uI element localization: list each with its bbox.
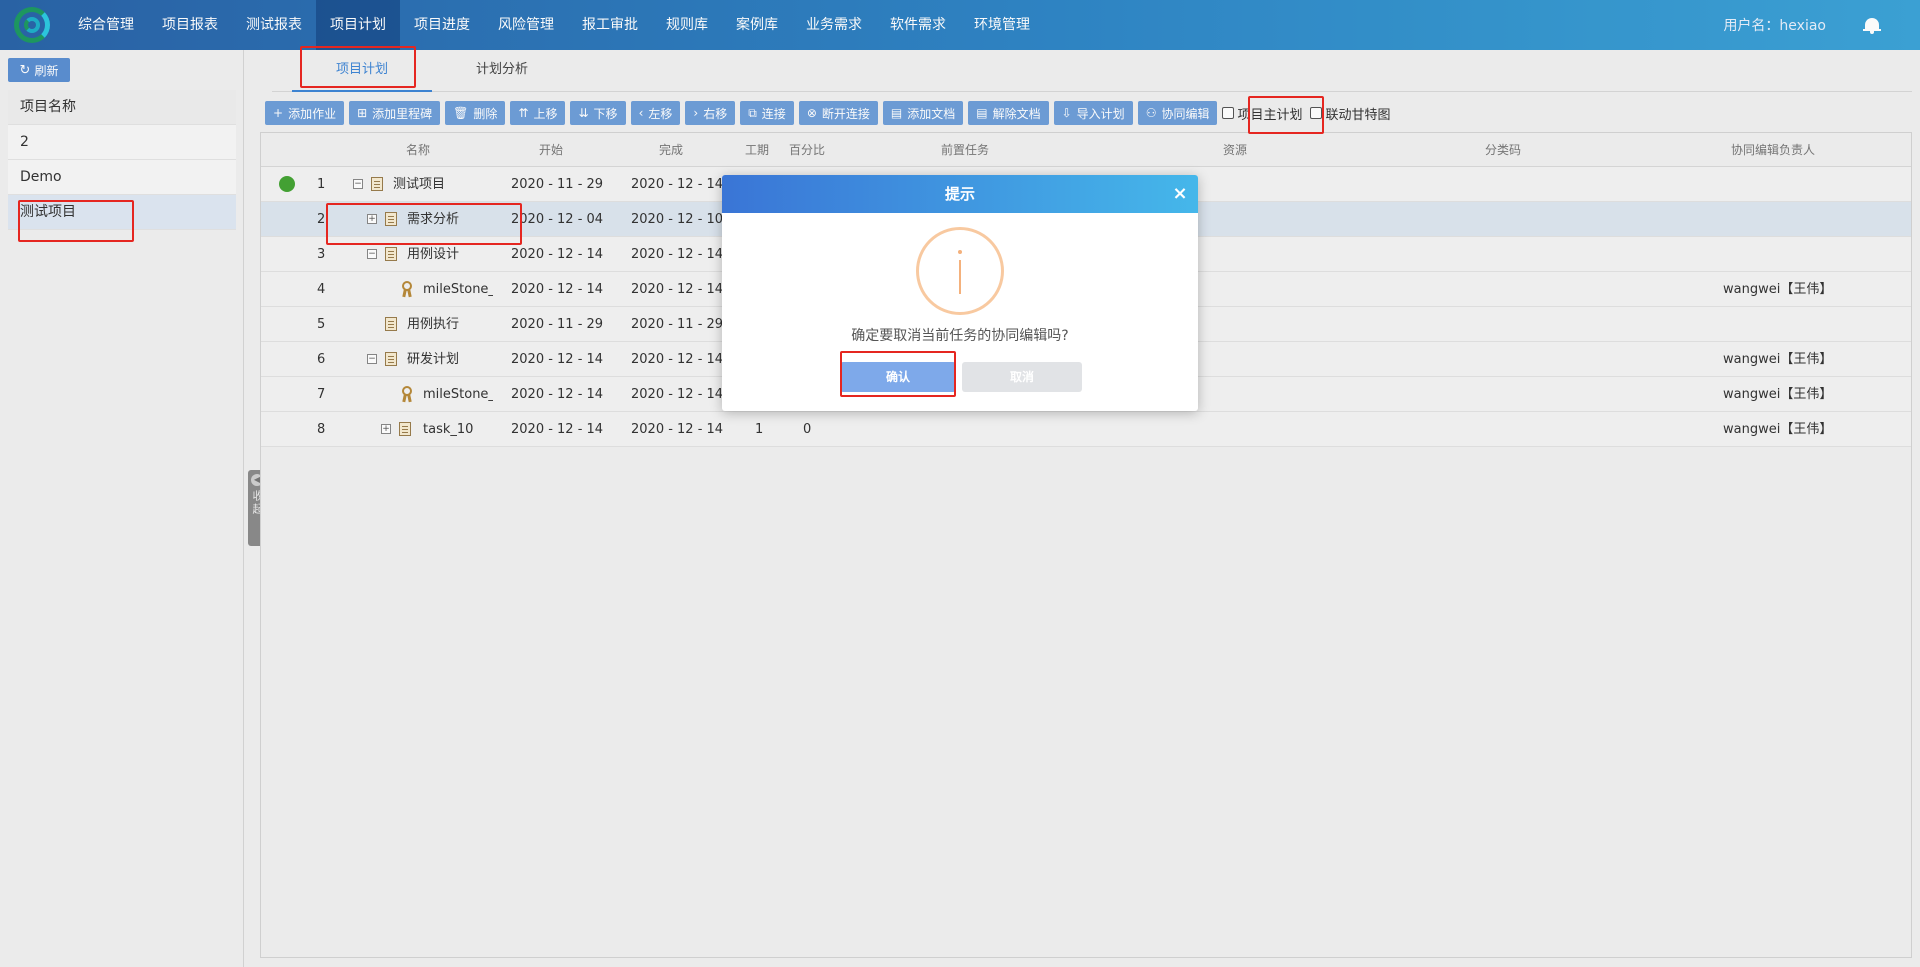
- confirm-dialog: 提示 × 确定要取消当前任务的协同编辑吗? 确认 取消: [722, 175, 1198, 411]
- dialog-title: 提示: [944, 185, 975, 203]
- highlight-box: [18, 200, 134, 242]
- dialog-message: 确定要取消当前任务的协同编辑吗?: [851, 328, 1069, 344]
- info-icon: [916, 227, 1004, 315]
- highlight-box: [1248, 96, 1324, 134]
- modal-overlay: [0, 0, 1920, 967]
- close-icon[interactable]: ×: [1170, 175, 1190, 213]
- highlight-box: [840, 351, 956, 397]
- dialog-header: 提示 ×: [722, 175, 1198, 213]
- highlight-box: [326, 203, 522, 245]
- highlight-box: [300, 46, 416, 88]
- cancel-button[interactable]: 取消: [962, 362, 1082, 392]
